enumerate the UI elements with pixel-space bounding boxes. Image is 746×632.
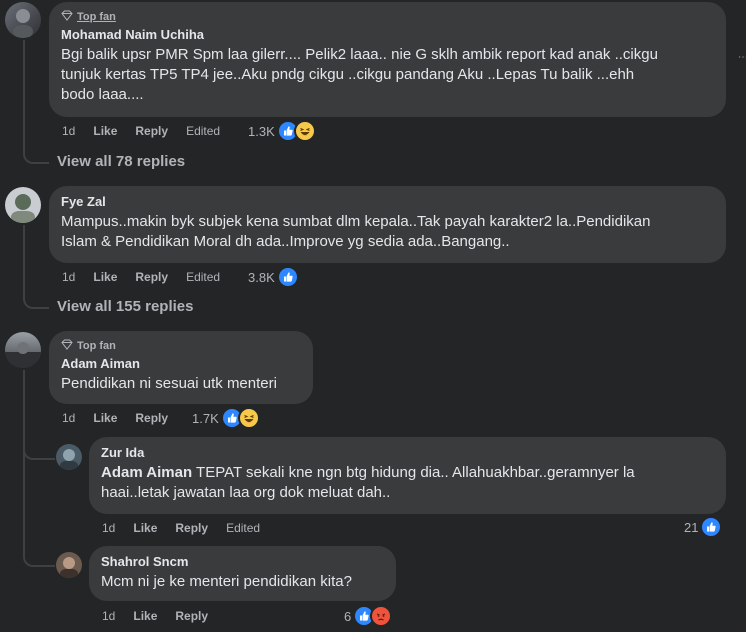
comment-bubble: Top fan Mohamad Naim Uchiha Bgi balik up…	[49, 2, 726, 117]
like-button[interactable]: Like	[93, 270, 117, 284]
reply-line: Mcm ni je ke menteri pendidikan kita?	[101, 573, 352, 590]
reply-text: Adam Aiman TEPAT sekali kne ngn btg hidu…	[101, 463, 714, 503]
comment-actions: 1d Like Reply Edited	[62, 124, 238, 138]
badge-label[interactable]: Top fan	[77, 340, 116, 352]
edited-label[interactable]: Edited	[186, 270, 220, 284]
like-icon	[700, 516, 723, 538]
comment-bubble: Top fan Adam Aiman Pendidikan ni sesuai …	[49, 331, 313, 404]
reaction-count: 21	[684, 519, 699, 535]
comment-bubble: Fye Zal Mampus..makin byk subjek kena su…	[49, 186, 726, 263]
top-fan-badge: Top fan	[61, 10, 714, 24]
comment-line: Mampus..makin byk subjek kena sumbat dlm…	[61, 213, 651, 230]
avatar-image	[13, 9, 33, 38]
reply-button[interactable]: Reply	[135, 124, 168, 138]
reply-actions: 1d Like Reply	[102, 609, 226, 623]
comment-line: Pendidikan ni sesuai utk menteri	[61, 375, 277, 392]
avatar-image	[60, 449, 78, 470]
haha-icon	[293, 120, 316, 142]
view-replies-link[interactable]: View all 155 replies	[57, 298, 193, 315]
avatar-image	[60, 557, 78, 578]
comment-line: tunjuk kertas TP5 TP4 jee..Aku pndg cikg…	[61, 66, 635, 83]
avatar-image	[5, 342, 41, 368]
thread-line	[23, 285, 49, 309]
like-button[interactable]: Like	[93, 411, 117, 425]
reply-time[interactable]: 1d	[102, 521, 115, 535]
reply-button[interactable]: Reply	[175, 521, 208, 535]
comment-author[interactable]: Adam Aiman	[61, 356, 301, 371]
reply-bubble: Zur Ida Adam Aiman TEPAT sekali kne ngn …	[89, 437, 726, 514]
reply-text: Mcm ni je ke menteri pendidikan kita?	[101, 572, 384, 592]
reaction-summary[interactable]: 1.3K	[248, 120, 316, 142]
reply-button[interactable]: Reply	[175, 609, 208, 623]
reaction-count: 3.8K	[248, 269, 275, 285]
thread-line	[23, 440, 55, 460]
like-button[interactable]: Like	[133, 609, 157, 623]
comment-time[interactable]: 1d	[62, 411, 75, 425]
comment-actions: 1d Like Reply Edited	[62, 270, 238, 284]
avatar[interactable]	[5, 187, 41, 223]
comment-line: bodo laaa....	[61, 86, 144, 103]
reply-author[interactable]: Shahrol Sncm	[101, 554, 384, 569]
reply-bubble: Shahrol Sncm Mcm ni je ke menteri pendid…	[89, 546, 396, 601]
badge-label[interactable]: Top fan	[77, 11, 116, 23]
reaction-count: 1.3K	[248, 123, 275, 139]
comment-actions: 1d Like Reply	[62, 411, 186, 425]
top-fan-badge: Top fan	[61, 339, 301, 353]
reaction-count: 1.7K	[192, 410, 219, 426]
avatar[interactable]	[56, 444, 82, 470]
comment-text: Pendidikan ni sesuai utk menteri	[61, 374, 301, 394]
reaction-summary[interactable]: 1.7K	[192, 407, 260, 429]
diamond-icon	[61, 339, 73, 353]
comment-author[interactable]: Fye Zal	[61, 194, 714, 209]
avatar[interactable]	[5, 2, 41, 38]
reply-line: haai..letak jawatan laa org dok meluat d…	[101, 484, 391, 501]
comment-time[interactable]: 1d	[62, 270, 75, 284]
like-icon	[276, 266, 299, 288]
angry-icon	[370, 605, 393, 627]
comment-line: Bgi balik upsr PMR Spm laa gilerr.... Pe…	[61, 46, 658, 63]
reply-line: Adam Aiman TEPAT sekali kne ngn btg hidu…	[101, 463, 714, 483]
edited-label[interactable]: Edited	[226, 521, 260, 535]
reply-actions: 1d Like Reply Edited	[102, 521, 278, 535]
thread-line	[23, 40, 25, 150]
comment-line: Islam & Pendidikan Moral dh ada..Improve…	[61, 233, 510, 250]
comment-author[interactable]: Mohamad Naim Uchiha	[61, 27, 714, 42]
diamond-icon	[61, 10, 73, 24]
reply-author[interactable]: Zur Ida	[101, 445, 714, 460]
comment-time[interactable]: 1d	[62, 124, 75, 138]
reaction-summary[interactable]: 3.8K	[248, 266, 299, 288]
reaction-count: 6	[344, 608, 352, 624]
avatar-image	[11, 194, 35, 223]
reply-text-rest: TEPAT sekali kne ngn btg hidung dia.. Al…	[192, 464, 635, 481]
comment-text: Bgi balik upsr PMR Spm laa gilerr.... Pe…	[61, 45, 714, 105]
reaction-summary[interactable]: 21	[684, 516, 723, 538]
reply-button[interactable]: Reply	[135, 270, 168, 284]
view-replies-link[interactable]: View all 78 replies	[57, 153, 185, 170]
comment-text: Mampus..makin byk subjek kena sumbat dlm…	[61, 212, 714, 252]
like-button[interactable]: Like	[133, 521, 157, 535]
edited-label[interactable]: Edited	[186, 124, 220, 138]
haha-icon	[237, 407, 260, 429]
reaction-summary[interactable]: 6	[344, 605, 393, 627]
mention-link[interactable]: Adam Aiman	[101, 464, 192, 481]
reply-time[interactable]: 1d	[102, 609, 115, 623]
more-options-icon[interactable]: ⋯	[738, 52, 746, 63]
avatar[interactable]	[56, 552, 82, 578]
like-button[interactable]: Like	[93, 124, 117, 138]
thread-line	[23, 515, 55, 567]
reply-button[interactable]: Reply	[135, 411, 168, 425]
avatar[interactable]	[5, 332, 41, 368]
thread-line	[23, 140, 49, 164]
